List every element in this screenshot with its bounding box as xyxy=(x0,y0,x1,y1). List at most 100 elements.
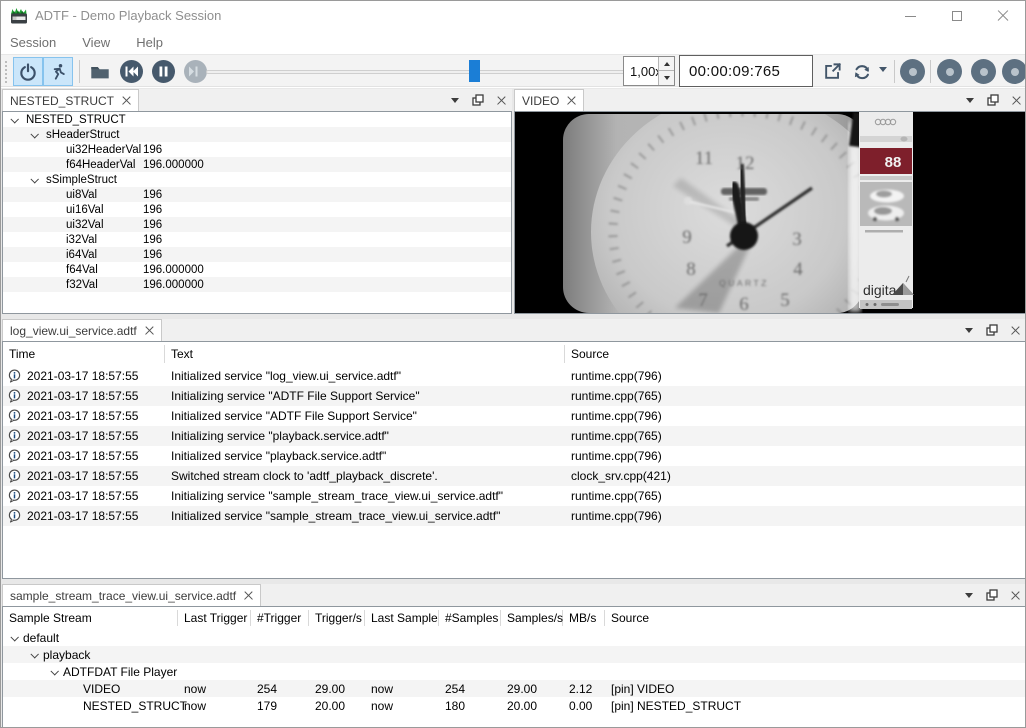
column-header-last-trigger[interactable]: Last Trigger xyxy=(178,610,251,626)
trace-source: [pin] VIDEO xyxy=(605,682,1025,696)
column-header-source[interactable]: Source xyxy=(605,610,1025,626)
open-file-button[interactable] xyxy=(85,57,115,86)
tree-row[interactable]: ui32HeaderVal 196 xyxy=(3,142,511,157)
video-frame: 11 12 9 3 8 4 7 6 5 QUARTZ xyxy=(514,111,1026,314)
tree-row[interactable]: sHeaderStruct xyxy=(3,127,511,142)
panel-menu-icon[interactable] xyxy=(451,98,459,103)
minimize-button[interactable] xyxy=(888,1,933,31)
power-button[interactable] xyxy=(13,57,43,86)
tab-close-icon[interactable] xyxy=(122,96,131,105)
log-row[interactable]: 2021-03-17 18:57:55 Initialized service … xyxy=(3,446,1025,466)
column-header-sample-stream[interactable]: Sample Stream xyxy=(3,610,178,626)
panel-menu-icon[interactable] xyxy=(965,593,973,598)
skip-to-start-button[interactable] xyxy=(117,57,145,86)
column-header-text[interactable]: Text xyxy=(165,345,565,363)
tab-video[interactable]: VIDEO xyxy=(514,89,584,111)
time-display[interactable]: 00:00:09:765 xyxy=(679,55,813,87)
panel-float-icon[interactable] xyxy=(987,94,999,106)
panel-float-icon[interactable] xyxy=(986,589,998,601)
run-button[interactable] xyxy=(43,57,73,86)
tree-row[interactable]: ui32Val 196 xyxy=(3,217,511,232)
close-button[interactable] xyxy=(980,1,1025,31)
tree-row[interactable]: ui16Val 196 xyxy=(3,202,511,217)
panel-close-icon[interactable] xyxy=(497,96,506,105)
record-button-2[interactable] xyxy=(937,59,962,84)
expand-chevron-icon[interactable] xyxy=(10,633,18,641)
tree-row[interactable]: i32Val 196 xyxy=(3,232,511,247)
expand-chevron-icon[interactable] xyxy=(50,667,58,675)
menu-help[interactable]: Help xyxy=(136,35,163,50)
expand-chevron-icon[interactable] xyxy=(30,175,38,183)
column-header-last-sample[interactable]: Last Sample xyxy=(365,610,439,626)
clock-numeral: 7 xyxy=(698,290,708,311)
speed-decrease-button[interactable] xyxy=(659,71,674,85)
skip-to-next-button[interactable] xyxy=(181,57,209,86)
log-row[interactable]: 2021-03-17 18:57:55 Initialized service … xyxy=(3,366,1025,386)
expand-chevron-icon[interactable] xyxy=(30,130,38,138)
toolbar-grip[interactable] xyxy=(4,60,8,84)
record-button-1[interactable] xyxy=(900,59,925,84)
log-row[interactable]: 2021-03-17 18:57:55 Initialized service … xyxy=(3,406,1025,426)
tree-row[interactable]: f64HeaderVal 196.000000 xyxy=(3,157,511,172)
trace-row[interactable]: default xyxy=(3,629,1025,646)
speed-spinbox[interactable]: 1,00x xyxy=(623,56,675,86)
tree-row[interactable]: ui8Val 196 xyxy=(3,187,511,202)
timeline-slider[interactable] xyxy=(206,57,642,86)
pause-button[interactable] xyxy=(149,57,177,86)
trace-row[interactable]: NESTED_STRUCT now 179 20.00 now 180 20.0… xyxy=(3,697,1025,714)
tab-sample-stream-trace[interactable]: sample_stream_trace_view.ui_service.adtf xyxy=(2,584,261,606)
repeat-dropdown-caret[interactable] xyxy=(879,67,887,72)
log-row[interactable]: 2021-03-17 18:57:55 Switched stream cloc… xyxy=(3,466,1025,486)
menu-view[interactable]: View xyxy=(82,35,110,50)
log-time-cell: 2021-03-17 18:57:55 xyxy=(3,469,165,483)
trace-stream-cell: default xyxy=(3,631,178,645)
tree-row[interactable]: f32Val 196.000000 xyxy=(3,277,511,292)
column-header-time[interactable]: Time xyxy=(3,345,165,363)
column-header-mb-s[interactable]: MB/s xyxy=(563,610,605,626)
trace-row[interactable]: ADTFDAT File Player xyxy=(3,663,1025,680)
speed-increase-button[interactable] xyxy=(659,57,674,71)
log-row[interactable]: 2021-03-17 18:57:55 Initialized service … xyxy=(3,506,1025,526)
log-row[interactable]: 2021-03-17 18:57:55 Initializing service… xyxy=(3,486,1025,506)
panel-float-icon[interactable] xyxy=(986,324,998,336)
tree-row[interactable]: NESTED_STRUCT xyxy=(3,112,511,127)
record-button-4[interactable] xyxy=(1002,59,1026,84)
column-header--trigger[interactable]: #Trigger xyxy=(251,610,309,626)
tab-close-icon[interactable] xyxy=(567,96,576,105)
record-button-3[interactable] xyxy=(971,59,996,84)
tab-title: NESTED_STRUCT xyxy=(10,94,114,108)
column-header--samples[interactable]: #Samples xyxy=(439,610,501,626)
column-header-samples-s[interactable]: Samples/s xyxy=(501,610,563,626)
slider-handle[interactable] xyxy=(469,60,480,82)
tab-log-view[interactable]: log_view.ui_service.adtf xyxy=(2,319,162,341)
tree-node-name: sHeaderStruct xyxy=(46,129,120,141)
panel-close-icon[interactable] xyxy=(1011,591,1020,600)
trace-row[interactable]: playback xyxy=(3,646,1025,663)
menubar: Session View Help xyxy=(1,31,1025,54)
panel-menu-icon[interactable] xyxy=(965,328,973,333)
column-header-trigger-s[interactable]: Trigger/s xyxy=(309,610,365,626)
panel-close-icon[interactable] xyxy=(1012,96,1021,105)
log-row[interactable]: 2021-03-17 18:57:55 Initializing service… xyxy=(3,386,1025,406)
menu-session[interactable]: Session xyxy=(10,35,56,50)
export-button[interactable] xyxy=(818,57,846,86)
tree-row[interactable]: sSimpleStruct xyxy=(3,172,511,187)
panel-close-icon[interactable] xyxy=(1011,326,1020,335)
panel-menu-icon[interactable] xyxy=(966,98,974,103)
tree-row[interactable]: i64Val 196 xyxy=(3,247,511,262)
column-header-source[interactable]: Source xyxy=(565,345,1025,363)
tree-row[interactable]: f64Val 196.000000 xyxy=(3,262,511,277)
trace-table: Sample StreamLast Trigger#TriggerTrigger… xyxy=(2,606,1026,728)
panel-float-icon[interactable] xyxy=(472,94,484,106)
tab-close-icon[interactable] xyxy=(145,326,154,335)
expand-chevron-icon[interactable] xyxy=(10,115,18,123)
record-icon xyxy=(900,59,925,84)
maximize-button[interactable] xyxy=(934,1,979,31)
log-row[interactable]: 2021-03-17 18:57:55 Initializing service… xyxy=(3,426,1025,446)
tab-close-icon[interactable] xyxy=(244,591,253,600)
log-text: Initialized service "ADTF File Support S… xyxy=(165,409,565,423)
trace-row[interactable]: VIDEO now 254 29.00 now 254 29.00 2.12 [… xyxy=(3,680,1025,697)
expand-chevron-icon[interactable] xyxy=(30,650,38,658)
tab-nested-struct[interactable]: NESTED_STRUCT xyxy=(2,89,139,111)
repeat-button[interactable] xyxy=(847,57,877,86)
